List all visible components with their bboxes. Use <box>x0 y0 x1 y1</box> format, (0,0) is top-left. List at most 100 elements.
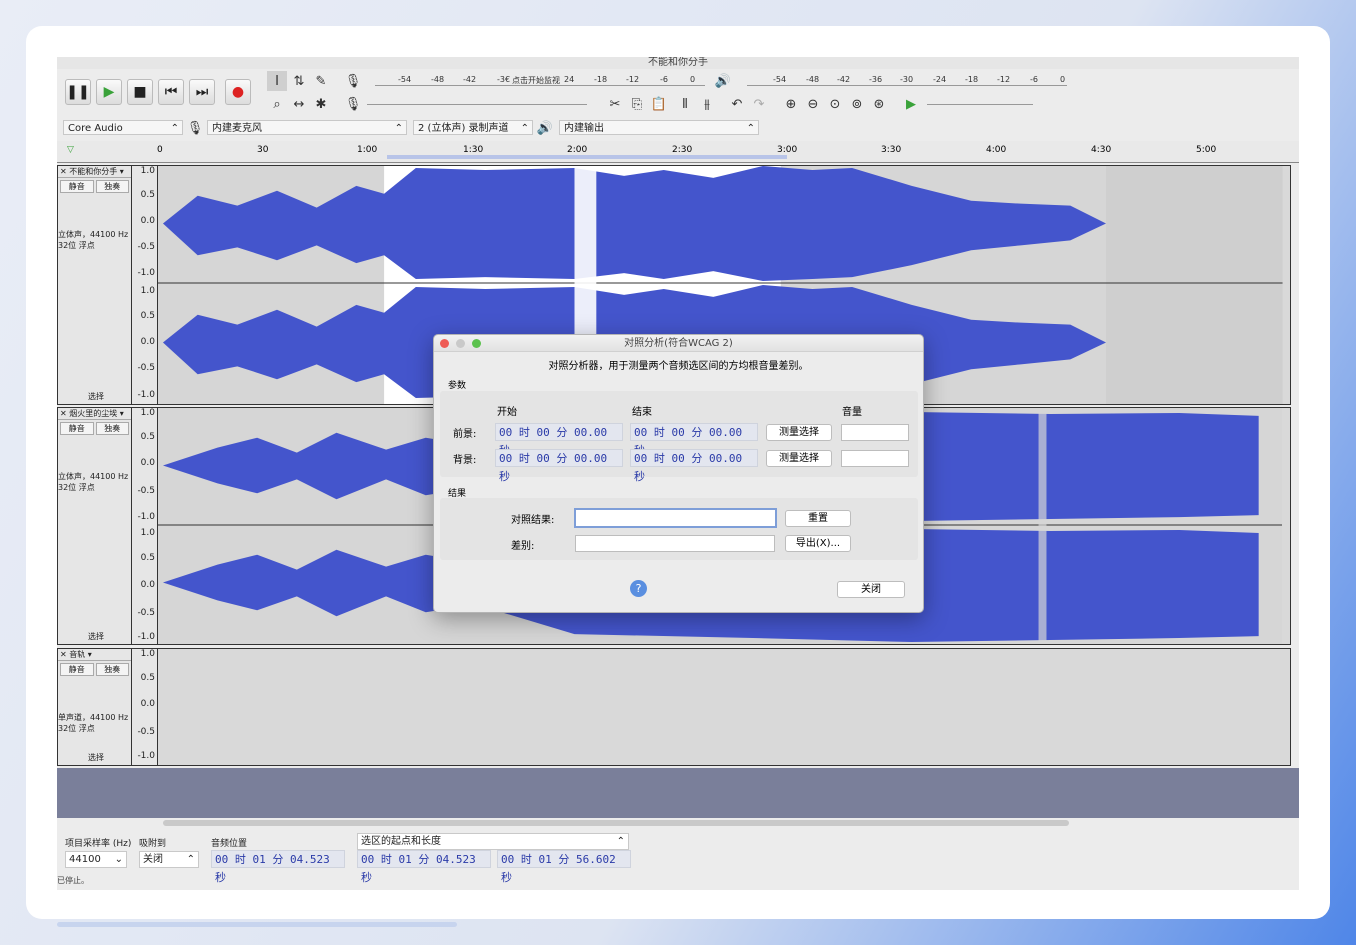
track-name: 不能和你分手 <box>69 167 118 176</box>
start-column-header: 开始 <box>497 407 517 418</box>
multi-tool-icon[interactable]: ✱ <box>311 94 331 114</box>
timeline-ruler[interactable]: ▽ 0 30 1:00 1:30 2:00 2:30 3:00 3:30 4:0… <box>57 141 1299 163</box>
redo-icon[interactable]: ↷ <box>749 94 769 114</box>
selection-tool-icon[interactable]: I <box>267 71 287 91</box>
selection-length-value: 00 时 01 分 56.602 秒 <box>501 853 616 884</box>
zoom-toggle-icon[interactable]: ⊛ <box>869 94 889 114</box>
play-button[interactable]: ▶ <box>96 79 122 105</box>
window-title: 不能和你分手 <box>57 57 1299 69</box>
track-select-button[interactable]: 选择 <box>88 752 104 763</box>
channels-select[interactable]: 2 (立体声) 录制声道 ⌃ <box>413 120 533 135</box>
solo-button[interactable]: 独奏 <box>95 422 129 435</box>
envelope-tool-icon[interactable]: ⇅ <box>289 71 309 91</box>
foreground-label: 前景: <box>453 429 477 440</box>
horizontal-scrollbar[interactable] <box>163 820 1069 826</box>
gain-pan-sliders[interactable] <box>58 195 131 229</box>
audio-host-select[interactable]: Core Audio ⌃ <box>63 120 183 135</box>
record-button[interactable]: ● <box>225 79 251 105</box>
track-name-menu[interactable]: ✕ 烟火里的尘埃 ▾ <box>58 408 131 420</box>
solo-button[interactable]: 独奏 <box>95 180 129 193</box>
mute-button[interactable]: 静音 <box>60 180 94 193</box>
foreground-measure-button[interactable]: 测量选择 <box>766 424 832 441</box>
silence-icon[interactable]: ⫵ <box>697 94 717 114</box>
play-at-speed-icon[interactable]: ▶ <box>901 94 921 114</box>
background-volume-field[interactable] <box>841 450 909 467</box>
play-meter-tick: -6 <box>1030 75 1038 84</box>
play-meter[interactable] <box>747 85 1067 86</box>
zoom-in-icon[interactable]: ⊕ <box>781 94 801 114</box>
audio-position-field[interactable]: 00 时 01 分 04.523 秒 <box>211 850 345 884</box>
gain-pan-sliders[interactable] <box>58 678 131 712</box>
minimize-window-icon[interactable] <box>456 339 465 348</box>
difference-field[interactable] <box>575 535 775 552</box>
trim-icon[interactable]: ⫴ <box>675 94 695 114</box>
mute-button[interactable]: 静音 <box>60 663 94 676</box>
zoom-out-icon[interactable]: ⊖ <box>803 94 823 114</box>
foreground-start-field[interactable]: 00 时 00 分 00.00 秒 <box>495 423 623 457</box>
fit-selection-icon[interactable]: ⊙ <box>825 94 845 114</box>
skip-end-button[interactable]: ⏭ <box>189 79 215 105</box>
undo-icon[interactable]: ↶ <box>727 94 747 114</box>
audio-host-value: Core Audio <box>68 123 123 134</box>
background-end-value: 00 时 00 分 00.00 秒 <box>634 452 743 483</box>
zoom-window-icon[interactable] <box>472 339 481 348</box>
track-3[interactable]: ✕ 音轨 ▾ 静音 独奏 单声道，44100 Hz 32位 浮点 选择 1.0 0… <box>57 648 1291 766</box>
contrast-result-field[interactable] <box>574 508 777 528</box>
speaker-icon[interactable]: 🔊 <box>713 71 733 91</box>
help-icon[interactable]: ? <box>630 580 647 597</box>
pause-button[interactable]: ❚❚ <box>65 79 91 105</box>
timeline-pin-icon[interactable]: ▽ <box>67 145 74 155</box>
mute-button[interactable]: 静音 <box>60 422 94 435</box>
contrast-analysis-dialog: 对照分析(符合WCAG 2) 对照分析器，用于测量两个音频选区间的方均根音量差别… <box>433 334 924 613</box>
copy-icon[interactable]: ⎘ <box>627 94 647 114</box>
paste-icon[interactable]: 📋 <box>649 94 669 114</box>
fit-project-icon[interactable]: ⊚ <box>847 94 867 114</box>
gain-pan-sliders[interactable] <box>58 437 131 471</box>
track-name-menu[interactable]: ✕ 不能和你分手 ▾ <box>58 166 131 178</box>
ruler-tick: 3:30 <box>881 145 902 155</box>
track-select-button[interactable]: 选择 <box>88 391 104 402</box>
empty-track-area[interactable] <box>57 768 1299 818</box>
input-device-select[interactable]: 内建麦克风 ⌃ <box>207 120 407 135</box>
project-rate-select[interactable]: 44100 ⌄ <box>65 851 127 868</box>
foreground-volume-field[interactable] <box>841 424 909 441</box>
background-end-field[interactable]: 00 时 00 分 00.00 秒 <box>630 449 758 483</box>
background-measure-button[interactable]: 测量选择 <box>766 450 832 467</box>
snap-to-select[interactable]: 关闭 ⌃ <box>139 851 199 868</box>
track-name-menu[interactable]: ✕ 音轨 ▾ <box>58 649 131 661</box>
play-meter-tick: -42 <box>837 75 851 84</box>
play-speed-slider[interactable] <box>927 104 1033 105</box>
draw-tool-icon[interactable]: ✎ <box>311 71 331 91</box>
microphone-icon[interactable]: 🎙 <box>343 71 363 91</box>
timeshift-tool-icon[interactable]: ↔ <box>289 94 309 114</box>
skip-start-button[interactable]: ⏮ <box>158 79 184 105</box>
page-scrollbar[interactable] <box>57 922 457 927</box>
cut-icon[interactable]: ✂ <box>605 94 625 114</box>
ruler-tick: 1:30 <box>463 145 484 155</box>
dialog-description: 对照分析器，用于测量两个音频选区间的方均根音量差别。 <box>548 361 809 372</box>
close-button[interactable]: 关闭 <box>837 581 905 598</box>
reset-button[interactable]: 重置 <box>785 510 851 527</box>
selection-length-field[interactable]: 00 时 01 分 56.602 秒 <box>497 850 631 884</box>
track-bitdepth-info: 32位 浮点 <box>58 241 95 250</box>
record-meter-hint[interactable]: 点击开始监视 <box>512 75 560 86</box>
stop-button[interactable]: ■ <box>127 79 153 105</box>
foreground-end-field[interactable]: 00 时 00 分 00.00 秒 <box>630 423 758 457</box>
export-button[interactable]: 导出(X)... <box>785 535 851 552</box>
solo-button[interactable]: 独奏 <box>95 663 129 676</box>
waveform-track-3[interactable] <box>158 649 1290 765</box>
snap-to-value: 关闭 <box>143 854 163 865</box>
track-select-button[interactable]: 选择 <box>88 631 104 642</box>
input-volume-slider[interactable] <box>367 104 587 105</box>
selection-start-field[interactable]: 00 时 01 分 04.523 秒 <box>357 850 491 884</box>
zoom-tool-icon[interactable]: ⌕ <box>267 94 287 114</box>
close-window-icon[interactable] <box>440 339 449 348</box>
mic-volume-icon: 🎙 <box>344 96 362 112</box>
ruler-tick: 4:00 <box>986 145 1007 155</box>
selection-mode-select[interactable]: 选区的起点和长度 ⌃ <box>357 833 629 850</box>
play-meter-tick: -54 <box>773 75 787 84</box>
output-device-select[interactable]: 内建输出 ⌃ <box>559 120 759 135</box>
track-control-panel: ✕ 音轨 ▾ 静音 独奏 单声道，44100 Hz 32位 浮点 选择 <box>58 649 132 765</box>
background-start-field[interactable]: 00 时 00 分 00.00 秒 <box>495 449 623 483</box>
skip-start-icon: ⏮ <box>164 84 178 100</box>
